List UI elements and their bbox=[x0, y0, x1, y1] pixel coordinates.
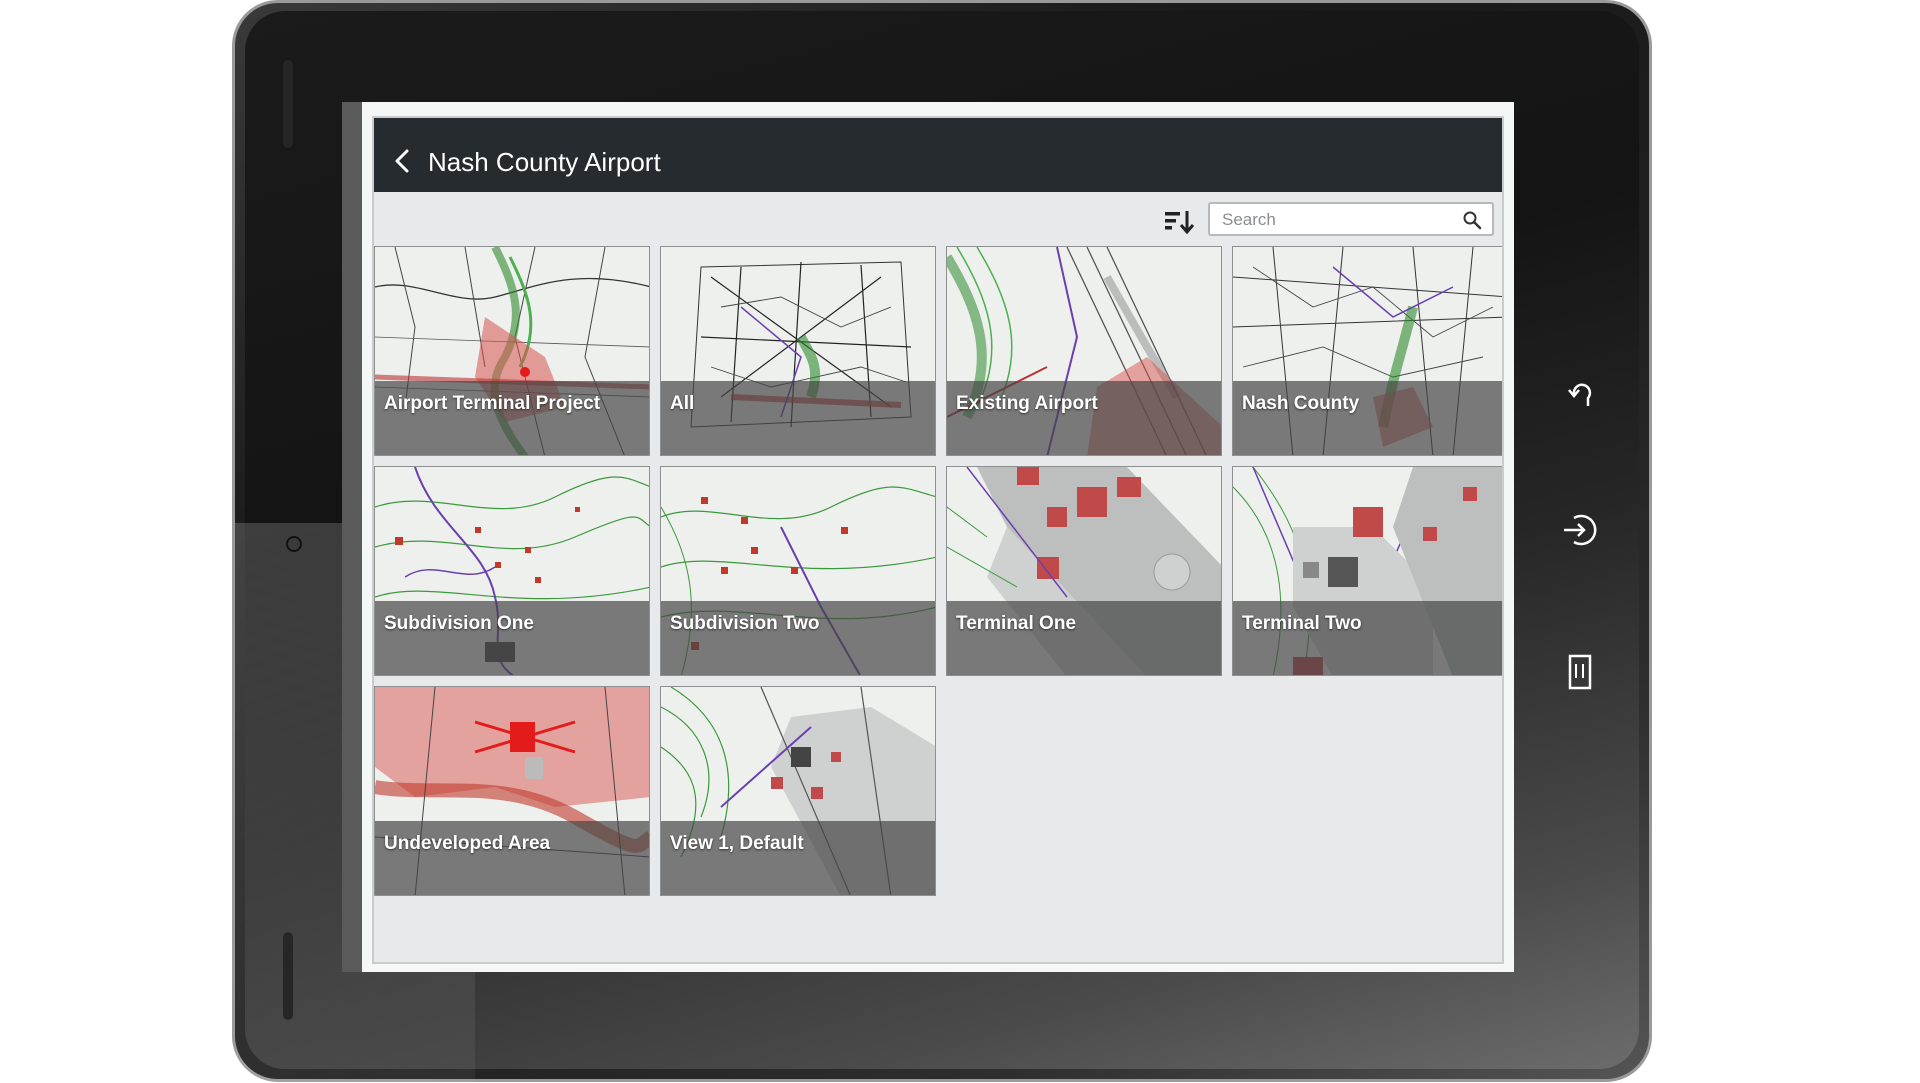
document-button[interactable] bbox=[1558, 650, 1602, 694]
view-tile-existing-airport[interactable]: Existing Airport bbox=[946, 246, 1222, 456]
tile-label: Terminal One bbox=[956, 613, 1077, 634]
tile-label: Subdivision Two bbox=[670, 613, 820, 634]
tile-label: Airport Terminal Project bbox=[384, 393, 601, 414]
speaker-slot-bottom bbox=[283, 932, 293, 1020]
speaker-slot-top bbox=[283, 60, 293, 148]
search-box bbox=[1208, 202, 1494, 236]
app-window: Nash County Airport Search Airport Termi… bbox=[372, 116, 1504, 964]
page-title: Nash County Airport bbox=[428, 147, 661, 177]
app-header: Nash County Airport bbox=[374, 118, 1502, 192]
view-tile-nash-county[interactable]: Nash County bbox=[1232, 246, 1502, 456]
document-icon bbox=[1568, 654, 1592, 690]
tile-label: Terminal Two bbox=[1242, 613, 1362, 634]
sort-button[interactable] bbox=[1164, 208, 1195, 236]
back-button[interactable] bbox=[388, 146, 418, 176]
view-tile-subdivision-one[interactable]: Subdivision One bbox=[374, 466, 650, 676]
undo-icon bbox=[1568, 383, 1592, 406]
view-tile-terminal-two[interactable]: Terminal Two bbox=[1232, 466, 1502, 676]
tile-label: All bbox=[670, 393, 695, 414]
tile-label-backdrop bbox=[661, 381, 935, 455]
magnifier-icon[interactable] bbox=[1462, 210, 1482, 230]
tile-label: Subdivision One bbox=[384, 613, 534, 634]
view-tile-all[interactable]: All bbox=[660, 246, 936, 456]
view-tile-airport-terminal-project[interactable]: Airport Terminal Project bbox=[374, 246, 650, 456]
tile-label: Existing Airport bbox=[956, 393, 1098, 414]
exit-icon bbox=[1564, 514, 1597, 546]
sort-icon bbox=[1165, 211, 1195, 235]
view-tile-terminal-one[interactable]: Terminal One bbox=[946, 466, 1222, 676]
undo-button[interactable] bbox=[1558, 374, 1602, 418]
view-tile-view-1-default[interactable]: View 1, Default bbox=[660, 686, 936, 896]
tile-label: View 1, Default bbox=[670, 833, 804, 854]
view-tile-subdivision-two[interactable]: Subdivision Two bbox=[660, 466, 936, 676]
view-tile-undeveloped-area[interactable]: Undeveloped Area bbox=[374, 686, 650, 896]
toolbar bbox=[374, 192, 1502, 246]
exit-button[interactable] bbox=[1558, 508, 1602, 552]
search-input[interactable] bbox=[1222, 206, 1452, 234]
tile-label: Undeveloped Area bbox=[384, 833, 551, 854]
front-camera bbox=[286, 536, 302, 552]
chevron-left-icon bbox=[395, 149, 409, 173]
tile-label: Nash County bbox=[1242, 393, 1360, 414]
